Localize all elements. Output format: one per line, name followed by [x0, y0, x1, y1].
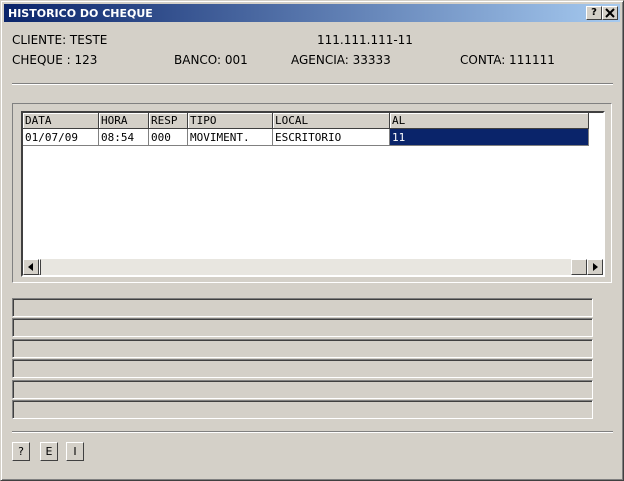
grid-header-row: DATA HORA RESP TIPO LOCAL AL — [23, 113, 589, 129]
column-header-tipo[interactable]: TIPO — [187, 113, 273, 129]
close-button[interactable] — [602, 6, 618, 20]
conta-label: CONTA: 111111 — [460, 53, 555, 67]
window-title: HISTORICO DO CHEQUE — [8, 7, 153, 20]
table-row[interactable]: 01/07/09 08:54 000 MOVIMENT. ESCRITORIO … — [23, 128, 589, 146]
detail-field-2 — [12, 318, 593, 337]
column-header-resp[interactable]: RESP — [148, 113, 188, 129]
scroll-left-button[interactable] — [23, 259, 39, 275]
column-header-data[interactable]: DATA — [23, 113, 99, 129]
cell-hora[interactable]: 08:54 — [98, 128, 149, 146]
history-grid[interactable]: DATA HORA RESP TIPO LOCAL AL 01/07/09 08… — [21, 111, 605, 277]
separator-top — [12, 83, 613, 85]
column-header-local[interactable]: LOCAL — [272, 113, 390, 129]
cell-local[interactable]: ESCRITORIO — [272, 128, 390, 146]
cell-data[interactable]: 01/07/09 — [23, 128, 99, 146]
help-footer-button[interactable]: ? — [12, 442, 30, 461]
column-header-hora[interactable]: HORA — [98, 113, 149, 129]
e-button[interactable]: E — [40, 442, 58, 461]
detail-field-4 — [12, 359, 593, 378]
arrow-right-icon — [593, 263, 598, 271]
close-icon — [605, 8, 615, 18]
documento-value: 111.111.111-11 — [317, 33, 413, 47]
cell-al-selected[interactable]: 11 — [389, 128, 589, 146]
cell-tipo[interactable]: MOVIMENT. — [187, 128, 273, 146]
detail-field-5 — [12, 380, 593, 399]
detail-field-6 — [12, 400, 593, 419]
history-table: DATA HORA RESP TIPO LOCAL AL 01/07/09 08… — [23, 113, 589, 146]
scroll-right-aux-button[interactable] — [571, 259, 587, 275]
agencia-label: AGENCIA: 33333 — [291, 53, 391, 67]
cell-resp[interactable]: 000 — [148, 128, 188, 146]
grid-frame: DATA HORA RESP TIPO LOCAL AL 01/07/09 08… — [12, 103, 612, 283]
detail-field-1 — [12, 298, 593, 317]
banco-label: BANCO: 001 — [174, 53, 248, 67]
detail-field-3 — [12, 339, 593, 358]
scroll-right-button[interactable] — [587, 259, 603, 275]
scroll-thumb[interactable] — [39, 259, 41, 275]
help-button[interactable]: ? — [586, 6, 602, 20]
horizontal-scrollbar[interactable] — [23, 259, 603, 275]
column-header-al[interactable]: AL — [389, 113, 589, 129]
arrow-left-icon — [28, 263, 33, 271]
cliente-label: CLIENTE: TESTE — [12, 33, 108, 47]
cheque-label: CHEQUE : 123 — [12, 53, 98, 67]
separator-bottom — [12, 431, 613, 433]
dialog-window: HISTORICO DO CHEQUE ? CLIENTE: TESTE 111… — [0, 0, 624, 481]
title-bar[interactable]: HISTORICO DO CHEQUE ? — [4, 4, 620, 22]
i-button[interactable]: I — [66, 442, 84, 461]
